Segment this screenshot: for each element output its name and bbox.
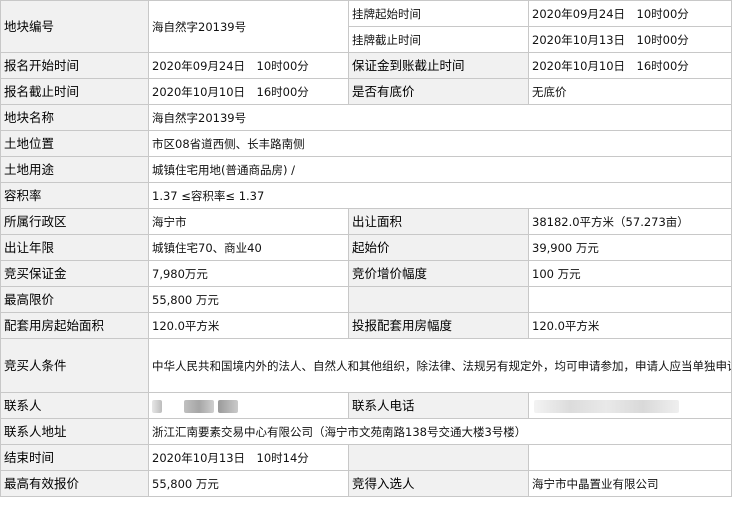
support-housing-increment-label: 投报配套用房幅度 [348, 312, 529, 339]
plot-ratio-label: 容积率 [0, 182, 149, 209]
max-price-value: 55,800 万元 [148, 286, 349, 313]
empty-cell [348, 444, 529, 471]
contact-phone-label: 联系人电话 [348, 392, 529, 419]
table-row: 报名开始时间 2020年09月24日 10时00分 保证金到账截止时间 2020… [0, 52, 732, 79]
end-time-label: 结束时间 [0, 444, 149, 471]
redacted-blur [218, 399, 238, 413]
registration-start-value: 2020年09月24日 10时00分 [148, 52, 349, 79]
registration-end-label: 报名截止时间 [0, 78, 149, 105]
empty-cell [528, 444, 732, 471]
transfer-area-value: 38182.0平方米（57.273亩） [528, 208, 732, 235]
table-row: 出让年限 城镇住宅70、商业40 起始价 39,900 万元 [0, 234, 732, 261]
table-row: 竞买保证金 7,980万元 竞价增价幅度 100 万元 [0, 260, 732, 287]
parcel-number-value: 海自然字20139号 [148, 0, 349, 53]
parcel-number-label: 地块编号 [0, 0, 149, 53]
listing-start-value: 2020年09月24日 10时00分 [528, 0, 732, 27]
land-location-value: 市区08省道西侧、长丰路南侧 [148, 130, 732, 157]
reserve-price-label: 是否有底价 [348, 78, 529, 105]
table-row: 最高有效报价 55,800 万元 竞得入选人 海宁市中晶置业有限公司 [0, 470, 732, 497]
redacted-blur [184, 399, 214, 413]
contact-address-label: 联系人地址 [0, 418, 149, 445]
starting-price-label: 起始价 [348, 234, 529, 261]
winning-bidder-label: 竞得入选人 [348, 470, 529, 497]
contact-address-value: 浙江汇南要素交易中心有限公司（海宁市文苑南路138号交通大楼3号楼） [148, 418, 732, 445]
highest-bid-label: 最高有效报价 [0, 470, 149, 497]
table-row: 联系人 联系人电话 [0, 392, 732, 419]
winning-bidder-value: 海宁市中晶置业有限公司 [528, 470, 732, 497]
max-price-label: 最高限价 [0, 286, 149, 313]
transfer-term-label: 出让年限 [0, 234, 149, 261]
district-label: 所属行政区 [0, 208, 149, 235]
redacted-blur [152, 399, 162, 413]
table-row: 土地用途 城镇住宅用地(普通商品房) / [0, 156, 732, 183]
redacted-blur [534, 399, 679, 413]
land-location-label: 土地位置 [0, 130, 149, 157]
land-use-label: 土地用途 [0, 156, 149, 183]
highest-bid-value: 55,800 万元 [148, 470, 349, 497]
table-row: 所属行政区 海宁市 出让面积 38182.0平方米（57.273亩） [0, 208, 732, 235]
reserve-price-value: 无底价 [528, 78, 732, 105]
table-row: 容积率 1.37 ≤容积率≤ 1.37 [0, 182, 732, 209]
table-row: 最高限价 55,800 万元 [0, 286, 732, 313]
listing-end-label: 挂牌截止时间 [348, 26, 529, 53]
land-auction-info-table: 地块编号 海自然字20139号 挂牌起始时间 2020年09月24日 10时00… [0, 0, 732, 497]
bidder-conditions-value: 中华人民共和国境内外的法人、自然人和其他组织，除法律、法规另有规定外，均可申请参… [148, 338, 732, 393]
empty-cell [348, 286, 529, 313]
empty-cell [528, 286, 732, 313]
table-row: 结束时间 2020年10月13日 10时14分 [0, 444, 732, 471]
land-use-value: 城镇住宅用地(普通商品房) / [148, 156, 732, 183]
bid-deposit-value: 7,980万元 [148, 260, 349, 287]
support-housing-increment-value: 120.0平方米 [528, 312, 732, 339]
table-row: 配套用房起始面积 120.0平方米 投报配套用房幅度 120.0平方米 [0, 312, 732, 339]
bid-deposit-label: 竞买保证金 [0, 260, 149, 287]
listing-end-value: 2020年10月13日 10时00分 [528, 26, 732, 53]
parcel-name-label: 地块名称 [0, 104, 149, 131]
bid-increment-label: 竞价增价幅度 [348, 260, 529, 287]
contact-person-label: 联系人 [0, 392, 149, 419]
contact-phone-value [528, 392, 732, 419]
plot-ratio-value: 1.37 ≤容积率≤ 1.37 [148, 182, 732, 209]
end-time-value: 2020年10月13日 10时14分 [148, 444, 349, 471]
bidder-conditions-label: 竞买人条件 [0, 338, 149, 393]
table-row: 地块编号 海自然字20139号 挂牌起始时间 2020年09月24日 10时00… [0, 0, 732, 53]
support-housing-area-label: 配套用房起始面积 [0, 312, 149, 339]
deposit-deadline-value: 2020年10月10日 16时00分 [528, 52, 732, 79]
table-row: 报名截止时间 2020年10月10日 16时00分 是否有底价 无底价 [0, 78, 732, 105]
transfer-area-label: 出让面积 [348, 208, 529, 235]
contact-person-value [148, 392, 349, 419]
parcel-name-value: 海自然字20139号 [148, 104, 732, 131]
table-row: 联系人地址 浙江汇南要素交易中心有限公司（海宁市文苑南路138号交通大楼3号楼） [0, 418, 732, 445]
table-row: 土地位置 市区08省道西侧、长丰路南侧 [0, 130, 732, 157]
district-value: 海宁市 [148, 208, 349, 235]
listing-start-label: 挂牌起始时间 [348, 0, 529, 27]
registration-end-value: 2020年10月10日 16时00分 [148, 78, 349, 105]
table-row: 地块名称 海自然字20139号 [0, 104, 732, 131]
transfer-term-value: 城镇住宅70、商业40 [148, 234, 349, 261]
support-housing-area-value: 120.0平方米 [148, 312, 349, 339]
starting-price-value: 39,900 万元 [528, 234, 732, 261]
registration-start-label: 报名开始时间 [0, 52, 149, 79]
table-row: 竞买人条件 中华人民共和国境内外的法人、自然人和其他组织，除法律、法规另有规定外… [0, 338, 732, 393]
deposit-deadline-label: 保证金到账截止时间 [348, 52, 529, 79]
bid-increment-value: 100 万元 [528, 260, 732, 287]
